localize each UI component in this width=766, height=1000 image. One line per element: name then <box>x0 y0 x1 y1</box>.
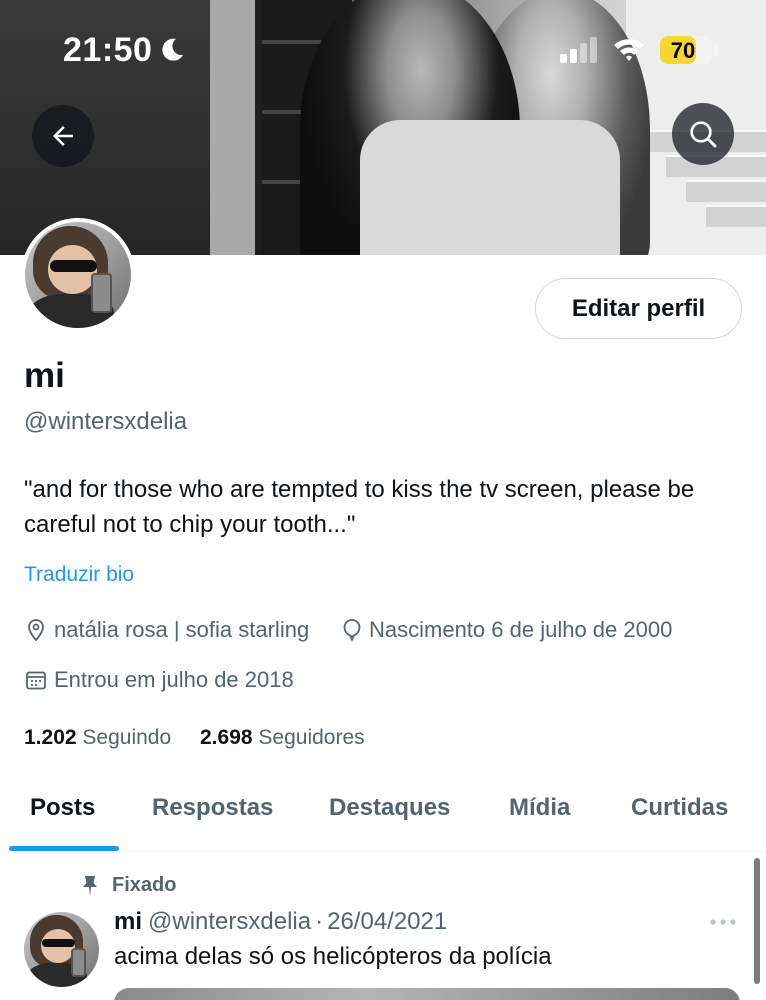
scrollbar[interactable] <box>754 858 760 984</box>
profile-joined: Entrou em julho de 2018 <box>24 667 294 693</box>
followers-link[interactable]: 2.698 Seguidores <box>200 726 365 750</box>
following-label: Seguindo <box>82 726 172 749</box>
translate-bio-link[interactable]: Traduzir bio <box>24 563 134 587</box>
wifi-icon <box>614 39 644 61</box>
cellular-signal-icon <box>560 37 597 63</box>
following-link[interactable]: 1.202 Seguindo <box>24 726 171 750</box>
tweet-text: acima delas só os helicópteros da políci… <box>114 943 552 970</box>
tweet-avatar[interactable] <box>24 912 99 987</box>
location-text: natália rosa | sofia starling <box>54 617 310 642</box>
back-arrow-icon <box>53 126 73 146</box>
tweet-separator: · <box>315 908 324 935</box>
profile-name: mi <box>24 356 65 395</box>
profile-handle: @wintersxdelia <box>24 408 188 435</box>
more-options-icon[interactable] <box>706 912 740 932</box>
edit-profile-button[interactable]: Editar perfil <box>535 278 742 339</box>
tweet-media[interactable] <box>114 988 740 1000</box>
tab-destaques[interactable]: Destaques <box>329 794 450 822</box>
search-icon <box>690 121 717 148</box>
pin-icon <box>83 875 97 896</box>
back-button[interactable] <box>32 105 94 167</box>
avatar[interactable] <box>21 218 135 332</box>
moon-icon <box>162 38 183 61</box>
tweet-date[interactable]: 26/04/2021 <box>327 908 447 935</box>
calendar-icon <box>26 671 46 690</box>
battery-indicator: 70 <box>660 36 712 64</box>
profile-bio: "and for those who are tempted to kiss t… <box>24 476 695 538</box>
tweet-header: mi @wintersxdelia · 26/04/2021 <box>114 908 447 936</box>
tab-midia[interactable]: Mídia <box>509 794 570 822</box>
active-tab-indicator <box>9 846 119 851</box>
status-time: 21:50 <box>63 31 153 69</box>
tweet-handle[interactable]: @wintersxdelia <box>148 908 311 935</box>
battery-cap <box>714 44 718 56</box>
location-pin-icon <box>28 619 44 642</box>
balloon-icon <box>343 619 361 642</box>
profile-tabs: Posts Respostas Destaques Mídia Curtidas <box>0 770 766 852</box>
battery-text: 70 <box>670 38 696 63</box>
profile-location: natália rosa | sofia starling <box>24 617 309 643</box>
tab-curtidas[interactable]: Curtidas <box>631 794 728 822</box>
following-count: 1.202 <box>24 726 77 749</box>
tweet-author[interactable]: mi <box>114 908 142 935</box>
joined-text: Entrou em julho de 2018 <box>54 667 294 692</box>
search-button[interactable] <box>672 103 734 165</box>
birthday-text: Nascimento 6 de julho de 2000 <box>369 617 673 642</box>
followers-label: Seguidores <box>258 726 365 749</box>
pinned-indicator: Fixado <box>80 874 176 897</box>
tab-posts[interactable]: Posts <box>30 794 95 822</box>
followers-count: 2.698 <box>200 726 253 749</box>
profile-birthday: Nascimento 6 de julho de 2000 <box>341 617 672 643</box>
tab-respostas[interactable]: Respostas <box>152 794 273 822</box>
pinned-label: Fixado <box>112 874 177 896</box>
